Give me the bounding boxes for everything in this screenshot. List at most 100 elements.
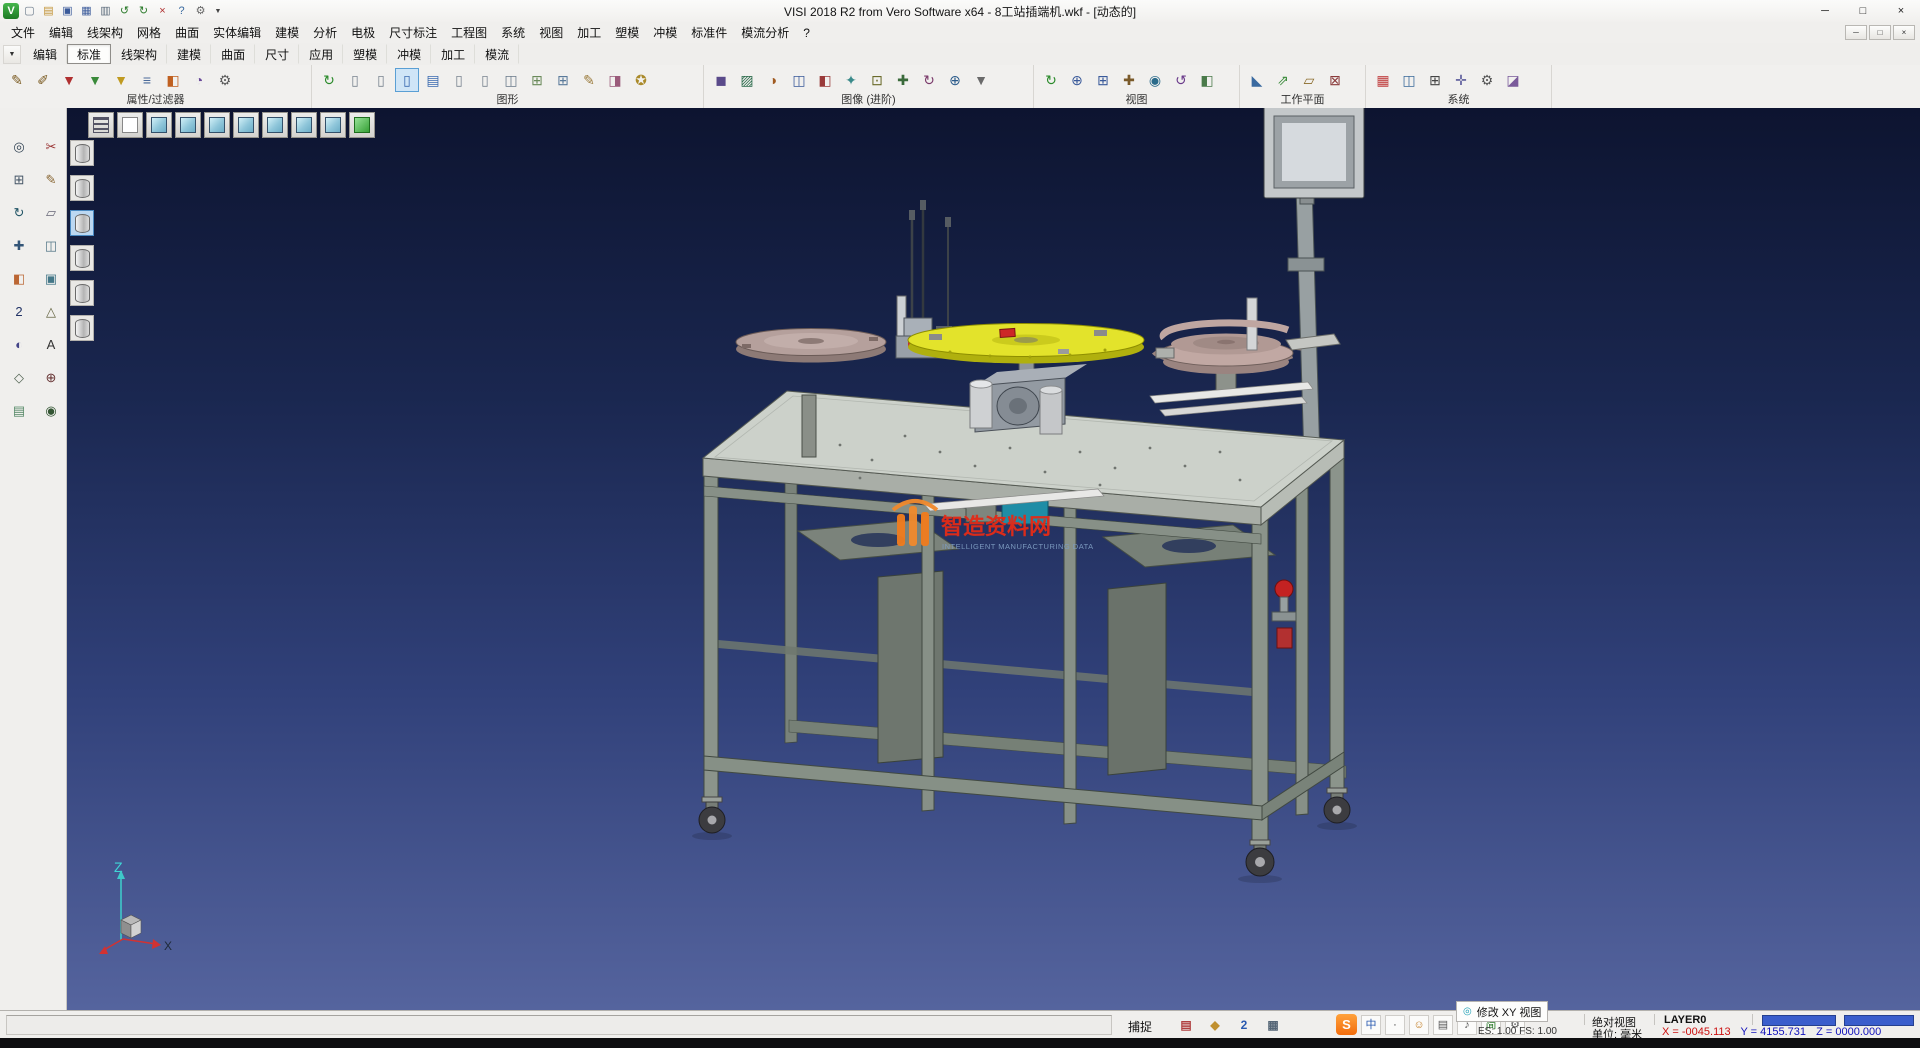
tool-flag-icon[interactable]: △ — [40, 301, 62, 323]
ribbon-tab[interactable]: 加工 — [431, 44, 475, 64]
redo-icon[interactable]: ↻ — [134, 2, 153, 20]
tool-rotate-icon[interactable]: ↻ — [8, 202, 30, 224]
new-file-icon[interactable]: ▢ — [20, 2, 39, 20]
image-shade-icon[interactable]: ◼ — [709, 68, 733, 92]
tool-cut-icon[interactable]: ✂ — [40, 136, 62, 158]
attr-pencil-icon[interactable]: ✎ — [5, 68, 29, 92]
ribbon-tab[interactable]: 建模 — [167, 44, 211, 64]
settings-icon[interactable]: ⚙ — [191, 2, 210, 20]
view-iso3-button[interactable] — [291, 112, 317, 138]
system-grid-icon[interactable]: ⊞ — [1423, 68, 1447, 92]
view-refresh-icon[interactable]: ↻ — [1039, 68, 1063, 92]
image-fx-icon[interactable]: ✦ — [839, 68, 863, 92]
ime-punct-button[interactable]: · — [1385, 1015, 1405, 1035]
system-screen-icon[interactable]: ◫ — [1397, 68, 1421, 92]
mdi-close-button[interactable]: × — [1893, 25, 1915, 40]
close-button[interactable]: × — [1882, 1, 1920, 22]
tool-snap-icon[interactable]: ⊕ — [40, 367, 62, 389]
ribbon-tab[interactable]: 冲模 — [387, 44, 431, 64]
view-iso-icon[interactable]: ◧ — [1195, 68, 1219, 92]
workplane-reset-icon[interactable]: ⊠ — [1323, 68, 1347, 92]
attr-brush-icon[interactable]: ✐ — [31, 68, 55, 92]
print-icon[interactable]: ▥ — [96, 2, 115, 20]
image-export-icon[interactable]: ▼ — [969, 68, 993, 92]
graphics-db4-icon[interactable]: ▯ — [447, 68, 471, 92]
image-half-icon[interactable]: ◑ — [761, 68, 785, 92]
menu-item[interactable]: 系统 — [494, 22, 532, 43]
menu-item[interactable]: 模流分析 — [734, 22, 796, 43]
model-slot-6[interactable] — [70, 315, 94, 341]
tab-dropdown-button[interactable]: ▼ — [3, 45, 21, 64]
minimize-button[interactable]: ─ — [1806, 1, 1844, 22]
view-top-button[interactable] — [146, 112, 172, 138]
system-report-icon[interactable]: ◪ — [1501, 68, 1525, 92]
status-doc-icon[interactable]: ▤ — [1176, 1015, 1196, 1035]
menu-item[interactable]: 加工 — [570, 22, 608, 43]
ribbon-tab[interactable]: 曲面 — [211, 44, 255, 64]
graphics-grid2-icon[interactable]: ⊞ — [551, 68, 575, 92]
graphics-grid1-icon[interactable]: ⊞ — [525, 68, 549, 92]
system-options-icon[interactable]: ⚙ — [1475, 68, 1499, 92]
menu-item[interactable]: 网格 — [130, 22, 168, 43]
tool-measure-icon[interactable]: ▱ — [40, 202, 62, 224]
workplane-xy-icon[interactable]: ◣ — [1245, 68, 1269, 92]
menu-item[interactable]: 电极 — [344, 22, 382, 43]
status-print-icon[interactable]: ▦ — [1263, 1015, 1283, 1035]
view-blank-button[interactable] — [117, 112, 143, 138]
tool-copy-icon[interactable]: ▣ — [40, 268, 62, 290]
image-layers-icon[interactable]: ◫ — [787, 68, 811, 92]
tool-mirror-icon[interactable]: ◐ — [8, 334, 30, 356]
ribbon-tab[interactable]: 编辑 — [23, 44, 67, 64]
quick-access-dropdown[interactable]: ▼ — [211, 2, 225, 20]
sogou-ime-icon[interactable]: S — [1336, 1014, 1357, 1035]
open-file-icon[interactable]: ▤ — [39, 2, 58, 20]
undo-icon[interactable]: ↺ — [115, 2, 134, 20]
graphics-db5-icon[interactable]: ▯ — [473, 68, 497, 92]
graphics-db3-icon[interactable]: ▯ — [395, 68, 419, 92]
save-all-icon[interactable]: ▦ — [77, 2, 96, 20]
status-msg-icon[interactable]: 2 — [1234, 1015, 1254, 1035]
menu-item[interactable]: 实体编辑 — [206, 22, 268, 43]
ribbon-tab[interactable]: 线架构 — [111, 44, 167, 64]
image-mask-icon[interactable]: ◧ — [813, 68, 837, 92]
view-zoom-all-icon[interactable]: ⊕ — [1065, 68, 1089, 92]
view-iso1-button[interactable] — [233, 112, 259, 138]
filter-settings-icon[interactable]: ⚙ — [213, 68, 237, 92]
image-crop-icon[interactable]: ⊡ — [865, 68, 889, 92]
graphics-star-icon[interactable]: ✪ — [629, 68, 653, 92]
view-pan-icon[interactable]: ✚ — [1117, 68, 1141, 92]
filter-shape-icon[interactable]: ◔ — [187, 68, 211, 92]
graphics-sheet-icon[interactable]: ▤ — [421, 68, 445, 92]
menu-item[interactable]: 曲面 — [168, 22, 206, 43]
image-texture-icon[interactable]: ▨ — [735, 68, 759, 92]
image-zoom-icon[interactable]: ⊕ — [943, 68, 967, 92]
workplane-align-icon[interactable]: ⇗ — [1271, 68, 1295, 92]
image-move-icon[interactable]: ✚ — [891, 68, 915, 92]
system-palette-icon[interactable]: ▦ — [1371, 68, 1395, 92]
workplane-free-icon[interactable]: ▱ — [1297, 68, 1321, 92]
model-slot-4[interactable] — [70, 245, 94, 271]
tool-sheet-icon[interactable]: ▤ — [8, 400, 30, 422]
menu-item[interactable]: ? — [796, 22, 817, 43]
status-input-field[interactable] — [6, 1015, 1112, 1035]
ribbon-tab[interactable]: 标准 — [67, 44, 111, 64]
filter-red-icon[interactable]: ▼ — [57, 68, 81, 92]
menu-item[interactable]: 塑模 — [608, 22, 646, 43]
ime-emoji-button[interactable]: ☺ — [1409, 1015, 1429, 1035]
menu-item[interactable]: 建模 — [268, 22, 306, 43]
save-icon[interactable]: ▣ — [58, 2, 77, 20]
tool-fill-icon[interactable]: ◧ — [8, 268, 30, 290]
graphics-color-icon[interactable]: ◨ — [603, 68, 627, 92]
view-shaded-button[interactable] — [349, 112, 375, 138]
graphics-refresh-icon[interactable]: ↻ — [317, 68, 341, 92]
tool-zoom-icon[interactable]: ◎ — [8, 136, 30, 158]
graphics-db1-icon[interactable]: ▯ — [343, 68, 367, 92]
mdi-minimize-button[interactable]: ─ — [1845, 25, 1867, 40]
menu-item[interactable]: 尺寸标注 — [382, 22, 444, 43]
view-iso4-button[interactable] — [320, 112, 346, 138]
view-iso2-button[interactable] — [262, 112, 288, 138]
view-eye-icon[interactable]: ◉ — [1143, 68, 1167, 92]
filter-list-icon[interactable]: ≡ — [135, 68, 159, 92]
tool-layers-icon[interactable]: ◫ — [40, 235, 62, 257]
tool-move-icon[interactable]: ✚ — [8, 235, 30, 257]
